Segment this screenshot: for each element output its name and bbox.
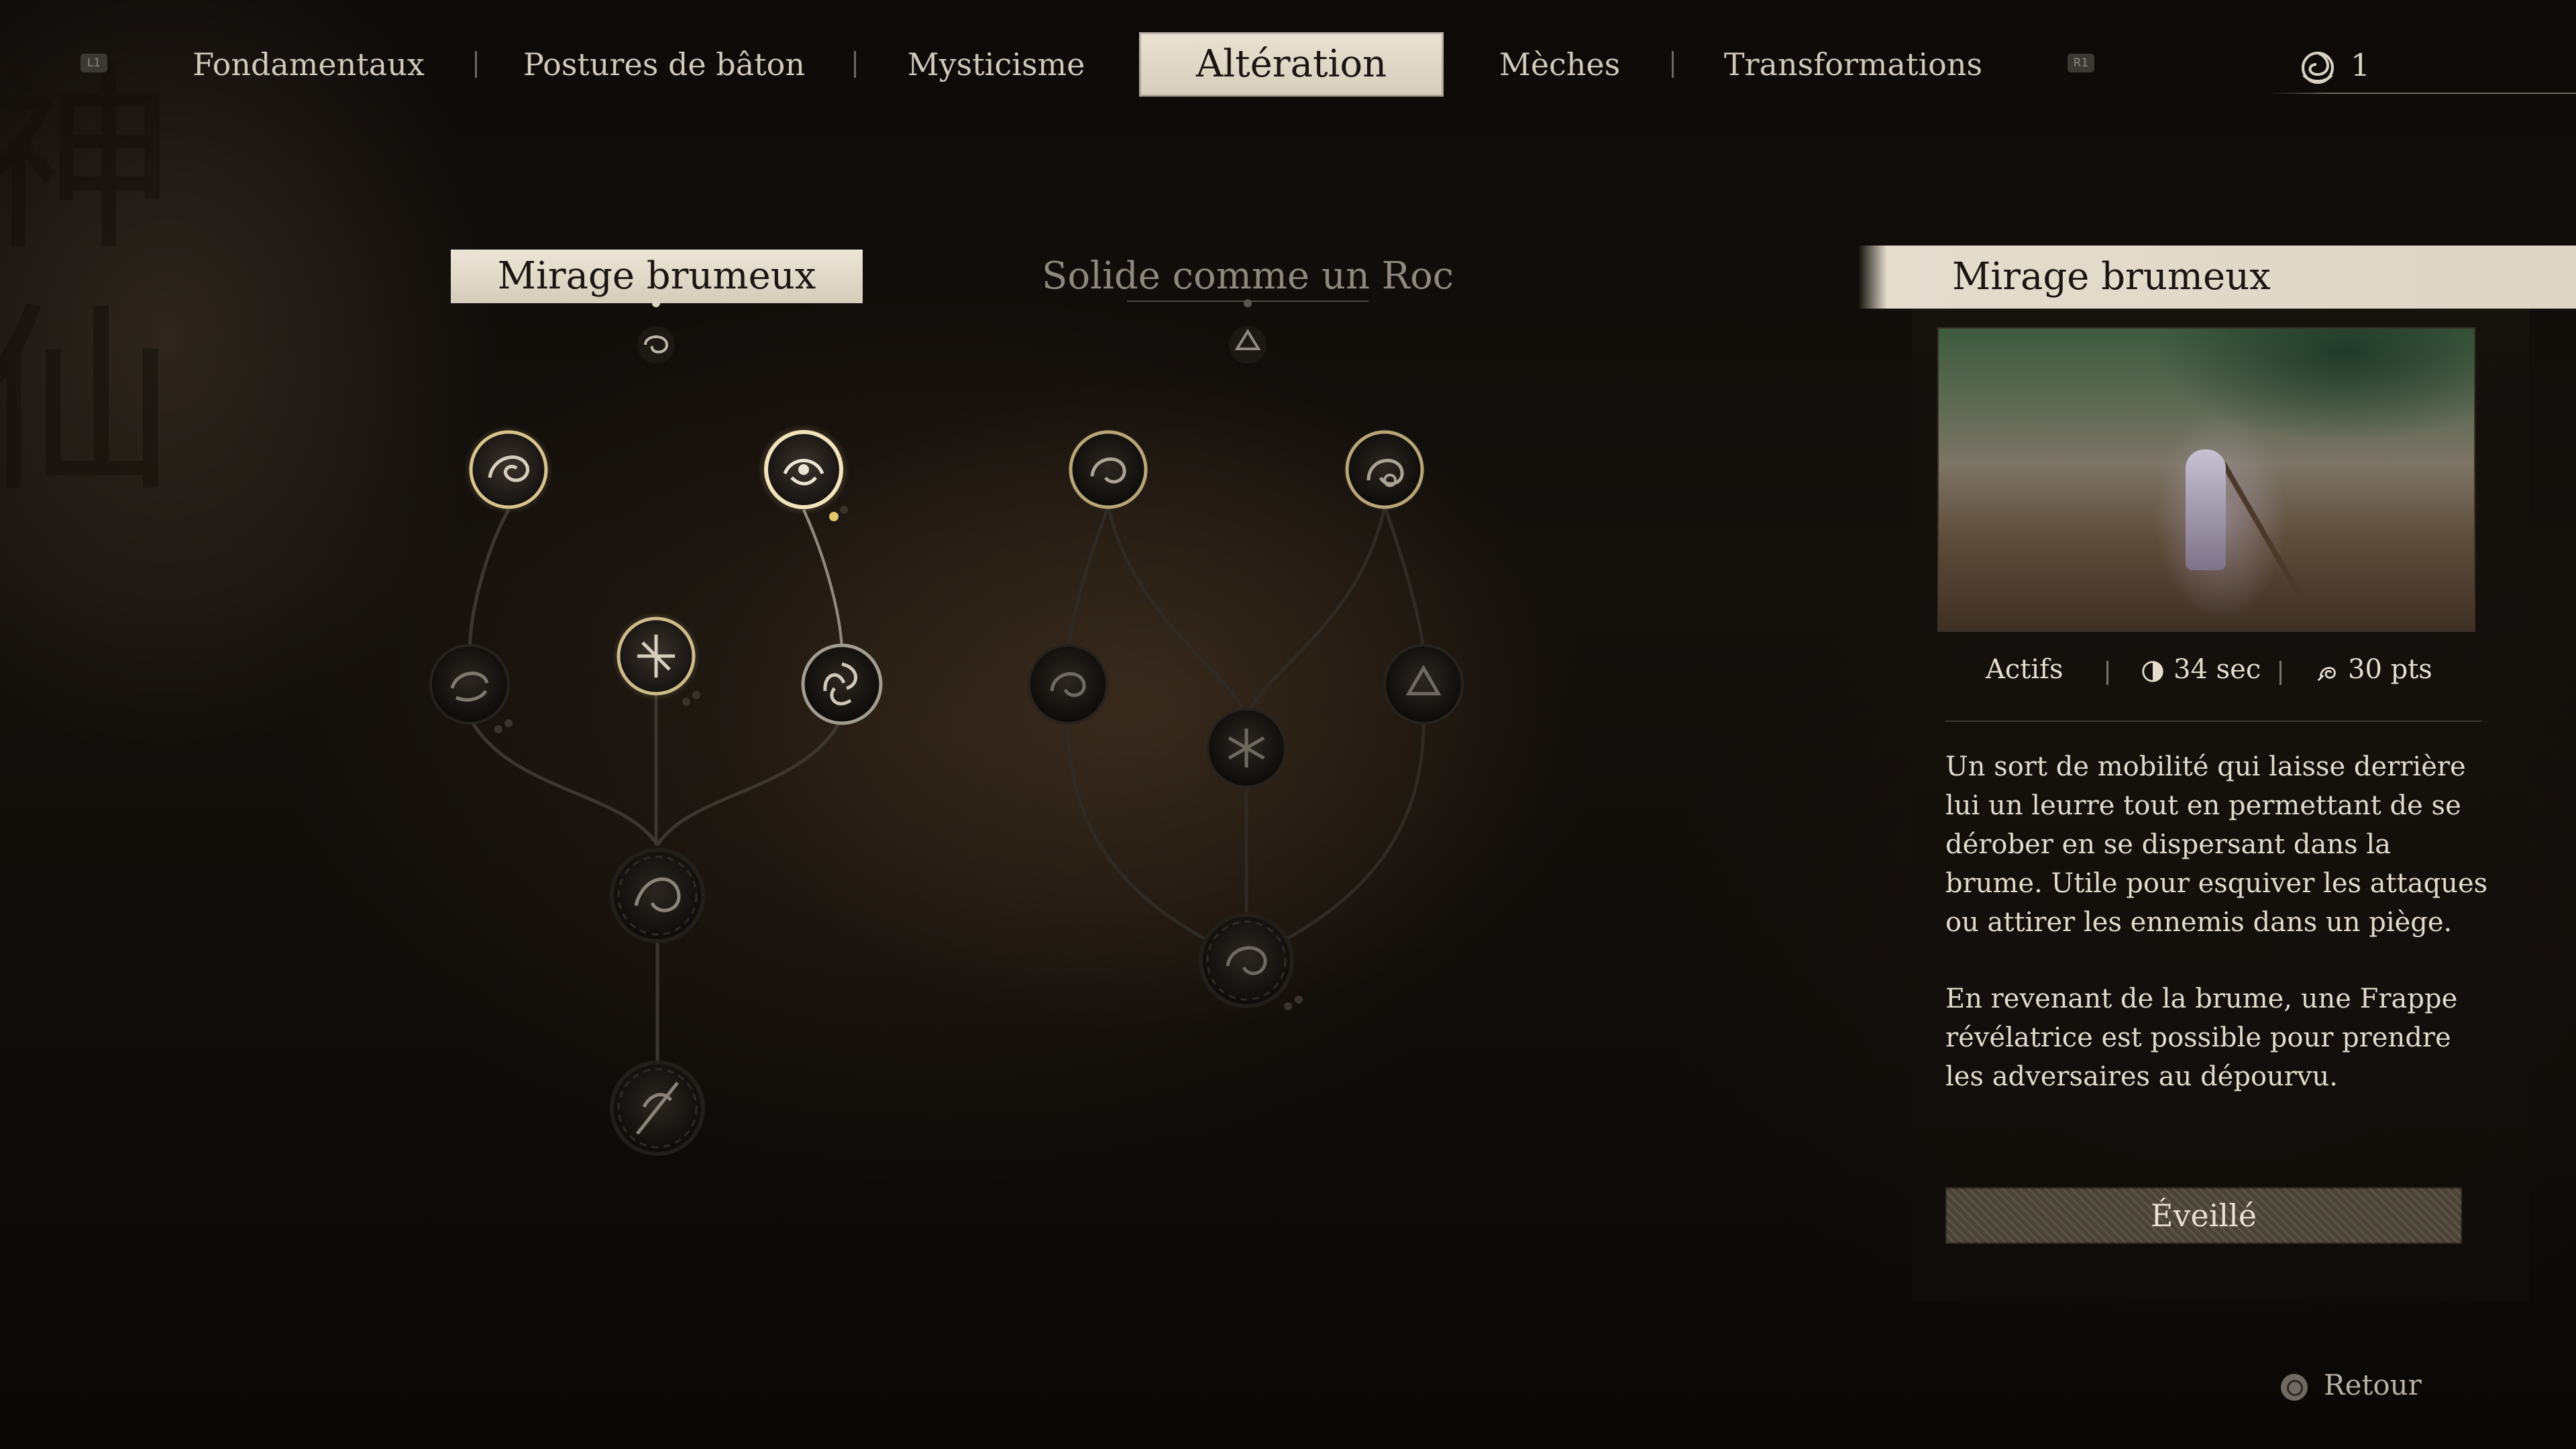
cooldown-stat: 34 sec (2140, 649, 2261, 690)
skill-node-rock-whorl[interactable] (1067, 428, 1150, 511)
cost-stat: 30 pts (2314, 649, 2432, 690)
preview-character (2186, 449, 2226, 570)
stat-separator (2106, 661, 2108, 685)
preview-tree-canopy (2153, 329, 2474, 443)
skill-node-rock-shell[interactable] (1343, 428, 1426, 511)
tree1-active-path (802, 509, 843, 655)
back-prompt[interactable]: Retour (2281, 1368, 2422, 1402)
detail-divider (1945, 720, 2482, 722)
cooldown-value: 34 sec (2174, 654, 2261, 685)
description-paragraph-2: En revenant de la brume, une Frappe révé… (1945, 983, 2458, 1092)
skill-node-mist-phoenix[interactable] (610, 848, 705, 943)
skill-node-mist-decoy[interactable] (464, 425, 553, 514)
skill-type-label: Actifs (1986, 654, 2063, 685)
skill-node-mist-eye[interactable] (758, 424, 849, 521)
skill-node-rock-left[interactable] (1028, 644, 1108, 724)
skill-detail-panel: Mirage brumeux Actifs 34 sec 30 pts Un s… (1858, 241, 2576, 1382)
skill-node-mist-triskele[interactable] (801, 643, 883, 725)
back-label: Retour (2324, 1368, 2422, 1401)
cost-value: 30 pts (2348, 654, 2432, 685)
rock-swirl-icon (1229, 299, 1267, 364)
detail-title: Mirage brumeux (1858, 246, 2576, 309)
preview-staff (2220, 462, 2303, 598)
skill-node-rock-right[interactable] (1383, 644, 1464, 724)
skill-node-rock-base[interactable] (1199, 913, 1303, 1010)
skill-node-mist-blade[interactable] (610, 1061, 705, 1156)
awaken-button-label: Éveillé (2150, 1197, 2257, 1234)
stat-separator (2279, 661, 2282, 685)
cooldown-moon-icon (2142, 661, 2163, 682)
tree1-connections (468, 508, 844, 1067)
awaken-button[interactable]: Éveillé (1945, 1187, 2462, 1244)
skill-node-mist-wind[interactable] (429, 644, 513, 733)
gameplay-preview-image (1937, 327, 2475, 632)
mana-swirl-icon (2317, 667, 2336, 682)
skill-node-rock-center[interactable] (1206, 708, 1287, 788)
description-paragraph-1: Un sort de mobilité qui laisse derrière … (1945, 751, 2488, 938)
circle-button-icon (2281, 1374, 2308, 1401)
mist-swirl-icon (637, 299, 675, 364)
skill-node-mist-spark[interactable] (612, 612, 700, 706)
